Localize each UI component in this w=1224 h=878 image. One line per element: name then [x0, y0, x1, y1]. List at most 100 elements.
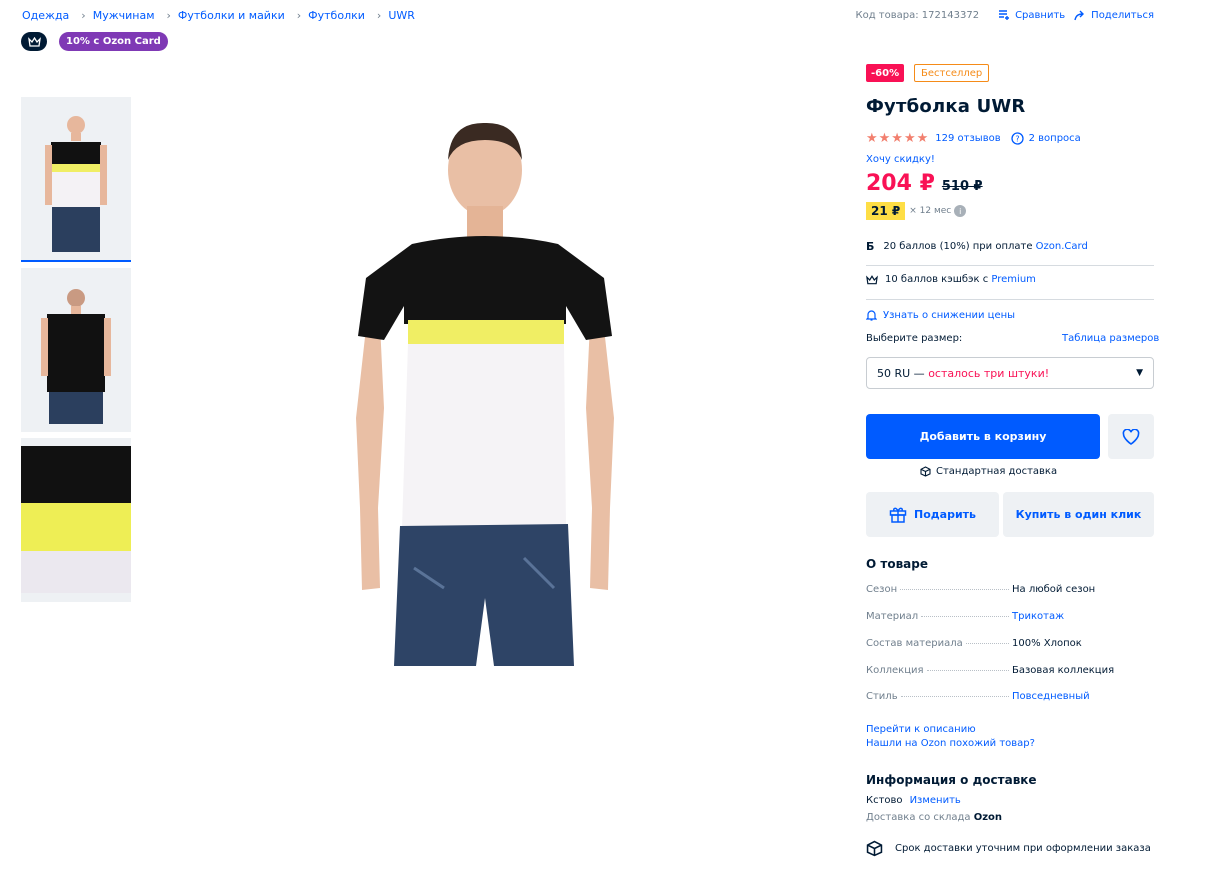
tshirt-model-image [356, 122, 614, 666]
warehouse-row: Доставка со склада Ozon [866, 812, 1002, 823]
ozon-card-bonus-text: 20 баллов (10%) при оплате [883, 241, 1036, 252]
warehouse-text: Доставка со склада [866, 812, 974, 823]
divider [866, 265, 1154, 266]
reviews-link[interactable]: 129 отзывов [935, 133, 1000, 144]
attribute-key: Стиль [866, 691, 898, 702]
chevron-right-icon: › [296, 9, 302, 22]
divider [866, 299, 1154, 300]
standard-delivery: Стандартная доставка [920, 466, 1057, 477]
attribute-row-composition: Состав материала 100% Хлопок [866, 638, 1154, 649]
crown-icon [866, 274, 878, 284]
gift-icon [889, 507, 907, 523]
share-label: Поделиться [1091, 9, 1154, 21]
ozon-card-link[interactable]: Ozon.Card [1036, 241, 1088, 252]
tshirt-back-image [21, 268, 131, 432]
attribute-value: 100% Хлопок [1012, 638, 1082, 649]
compare-icon [999, 10, 1010, 20]
attribute-value-link[interactable]: Трикотаж [1012, 611, 1064, 622]
thumbnail-front[interactable] [21, 97, 131, 262]
compare-label: Сравнить [1015, 9, 1066, 21]
compare-button[interactable]: Сравнить [998, 9, 1065, 21]
price-alert-label: Узнать о снижении цены [883, 309, 1016, 321]
delivery-note: Срок доставки уточним при оформлении зак… [895, 843, 1151, 854]
premium-cashback-text: 10 баллов кэшбэк с [885, 274, 992, 285]
premium-link[interactable]: Premium [991, 274, 1036, 285]
found-similar-link[interactable]: Нашли на Ozon похожий товар? [866, 738, 1035, 749]
buy-one-click-button[interactable]: Купить в один клик [1003, 492, 1154, 537]
product-title: Футболка UWR [866, 96, 1026, 117]
info-icon[interactable]: i [954, 205, 967, 217]
installment-term: × 12 мес [909, 206, 952, 216]
want-discount-link[interactable]: Хочу скидку! [866, 154, 935, 165]
current-price: 204 ₽ [866, 171, 935, 196]
attribute-row-style: Стиль Повседневный [866, 691, 1154, 702]
gift-button[interactable]: Подарить [866, 492, 999, 537]
price-block: 204 ₽ 510 ₽ [866, 171, 983, 196]
chevron-right-icon: › [166, 9, 171, 22]
questions-label: 2 вопроса [1028, 133, 1081, 144]
product-code: Код товара: 172143372 [855, 9, 980, 21]
questions-link[interactable]: ? 2 вопроса [1010, 132, 1081, 145]
main-product-image[interactable] [354, 118, 616, 666]
chevron-right-icon: › [81, 9, 86, 22]
breadcrumb-item-men[interactable]: Мужчинам [93, 9, 155, 22]
bell-icon [866, 310, 877, 321]
heart-icon [1122, 428, 1140, 445]
size-label: Выберите размер: [866, 333, 963, 344]
breadcrumb: Одежда › Мужчинам › Футболки и майки › Ф… [22, 9, 415, 22]
attribute-key: Состав материала [866, 638, 963, 649]
price-alert-link[interactable]: Узнать о снижении цены [866, 309, 1015, 321]
breadcrumb-item-tshirts[interactable]: Футболки [308, 9, 365, 22]
premium-badge [21, 32, 47, 51]
attribute-key: Сезон [866, 584, 898, 595]
bestseller-badge: Бестселлер [914, 64, 990, 82]
rating-stars-icon: ★★★★★ [866, 131, 930, 146]
delivery-section-title: Информация о доставке [866, 773, 1037, 787]
rating-row: ★★★★★ 129 отзывов ? 2 вопроса [866, 131, 1081, 146]
gift-label: Подарить [914, 508, 976, 521]
top-actions: Код товара: 172143372 Сравнить Поделитьс… [856, 9, 1155, 21]
standard-delivery-label: Стандартная доставка [936, 466, 1058, 477]
attribute-row-material: Материал Трикотаж [866, 611, 1154, 622]
svg-text:?: ? [1015, 135, 1019, 144]
thumbnail-fabric-detail[interactable] [21, 438, 131, 602]
to-description-link[interactable]: Перейти к описанию [866, 724, 976, 735]
discount-badge: -60% [866, 64, 905, 82]
size-table-link[interactable]: Таблица размеров [1062, 333, 1159, 344]
attribute-row-collection: Коллекция Базовая коллекция [866, 665, 1154, 676]
breadcrumb-item-clothes[interactable]: Одежда [22, 9, 69, 22]
warehouse-name: Ozon [973, 812, 1003, 823]
attribute-key: Коллекция [866, 665, 924, 676]
chevron-right-icon: › [376, 9, 382, 22]
ozon-card-b-icon: Б [866, 240, 875, 253]
about-section-title: О товаре [866, 557, 928, 571]
box-icon [920, 466, 931, 477]
add-to-cart-button[interactable]: Добавить в корзину [866, 414, 1100, 459]
attribute-key: Материал [866, 611, 919, 622]
question-bubble-icon: ? [1010, 132, 1024, 145]
ozon-card-badge: 10% с Ozon Card [59, 32, 168, 51]
share-button[interactable]: Поделиться [1074, 9, 1154, 21]
thumbnail-back[interactable] [21, 268, 131, 432]
attribute-value-link[interactable]: Повседневный [1012, 691, 1090, 702]
breadcrumb-item-brand[interactable]: UWR [388, 9, 415, 22]
share-icon [1074, 10, 1085, 21]
delivery-city: Кстово [866, 795, 903, 806]
fabric-detail-image [21, 438, 131, 602]
attribute-row-season: Сезон На любой сезон [866, 584, 1154, 595]
attribute-value: На любой сезон [1012, 584, 1096, 595]
old-price: 510 ₽ [941, 179, 983, 194]
ozon-card-bonus-row: Б 20 баллов (10%) при оплате Ozon.Card [866, 240, 1088, 253]
size-select[interactable]: 50 RU — осталось три штуки! ▼ [866, 357, 1154, 389]
installment-block[interactable]: 21 ₽ × 12 мес i [866, 202, 967, 220]
crown-icon [27, 36, 41, 47]
tshirt-front-image [21, 97, 131, 260]
premium-cashback-row: 10 баллов кэшбэк с Premium [866, 274, 1036, 285]
attribute-value: Базовая коллекция [1012, 665, 1115, 676]
favorite-button[interactable] [1108, 414, 1154, 459]
delivery-note-row: Срок доставки уточним при оформлении зак… [866, 840, 1151, 857]
installment-amount: 21 ₽ [866, 202, 906, 220]
change-city-link[interactable]: Изменить [910, 795, 961, 806]
breadcrumb-item-tshirts-tanks[interactable]: Футболки и майки [178, 9, 285, 22]
delivery-city-row: Кстово Изменить [866, 795, 961, 806]
